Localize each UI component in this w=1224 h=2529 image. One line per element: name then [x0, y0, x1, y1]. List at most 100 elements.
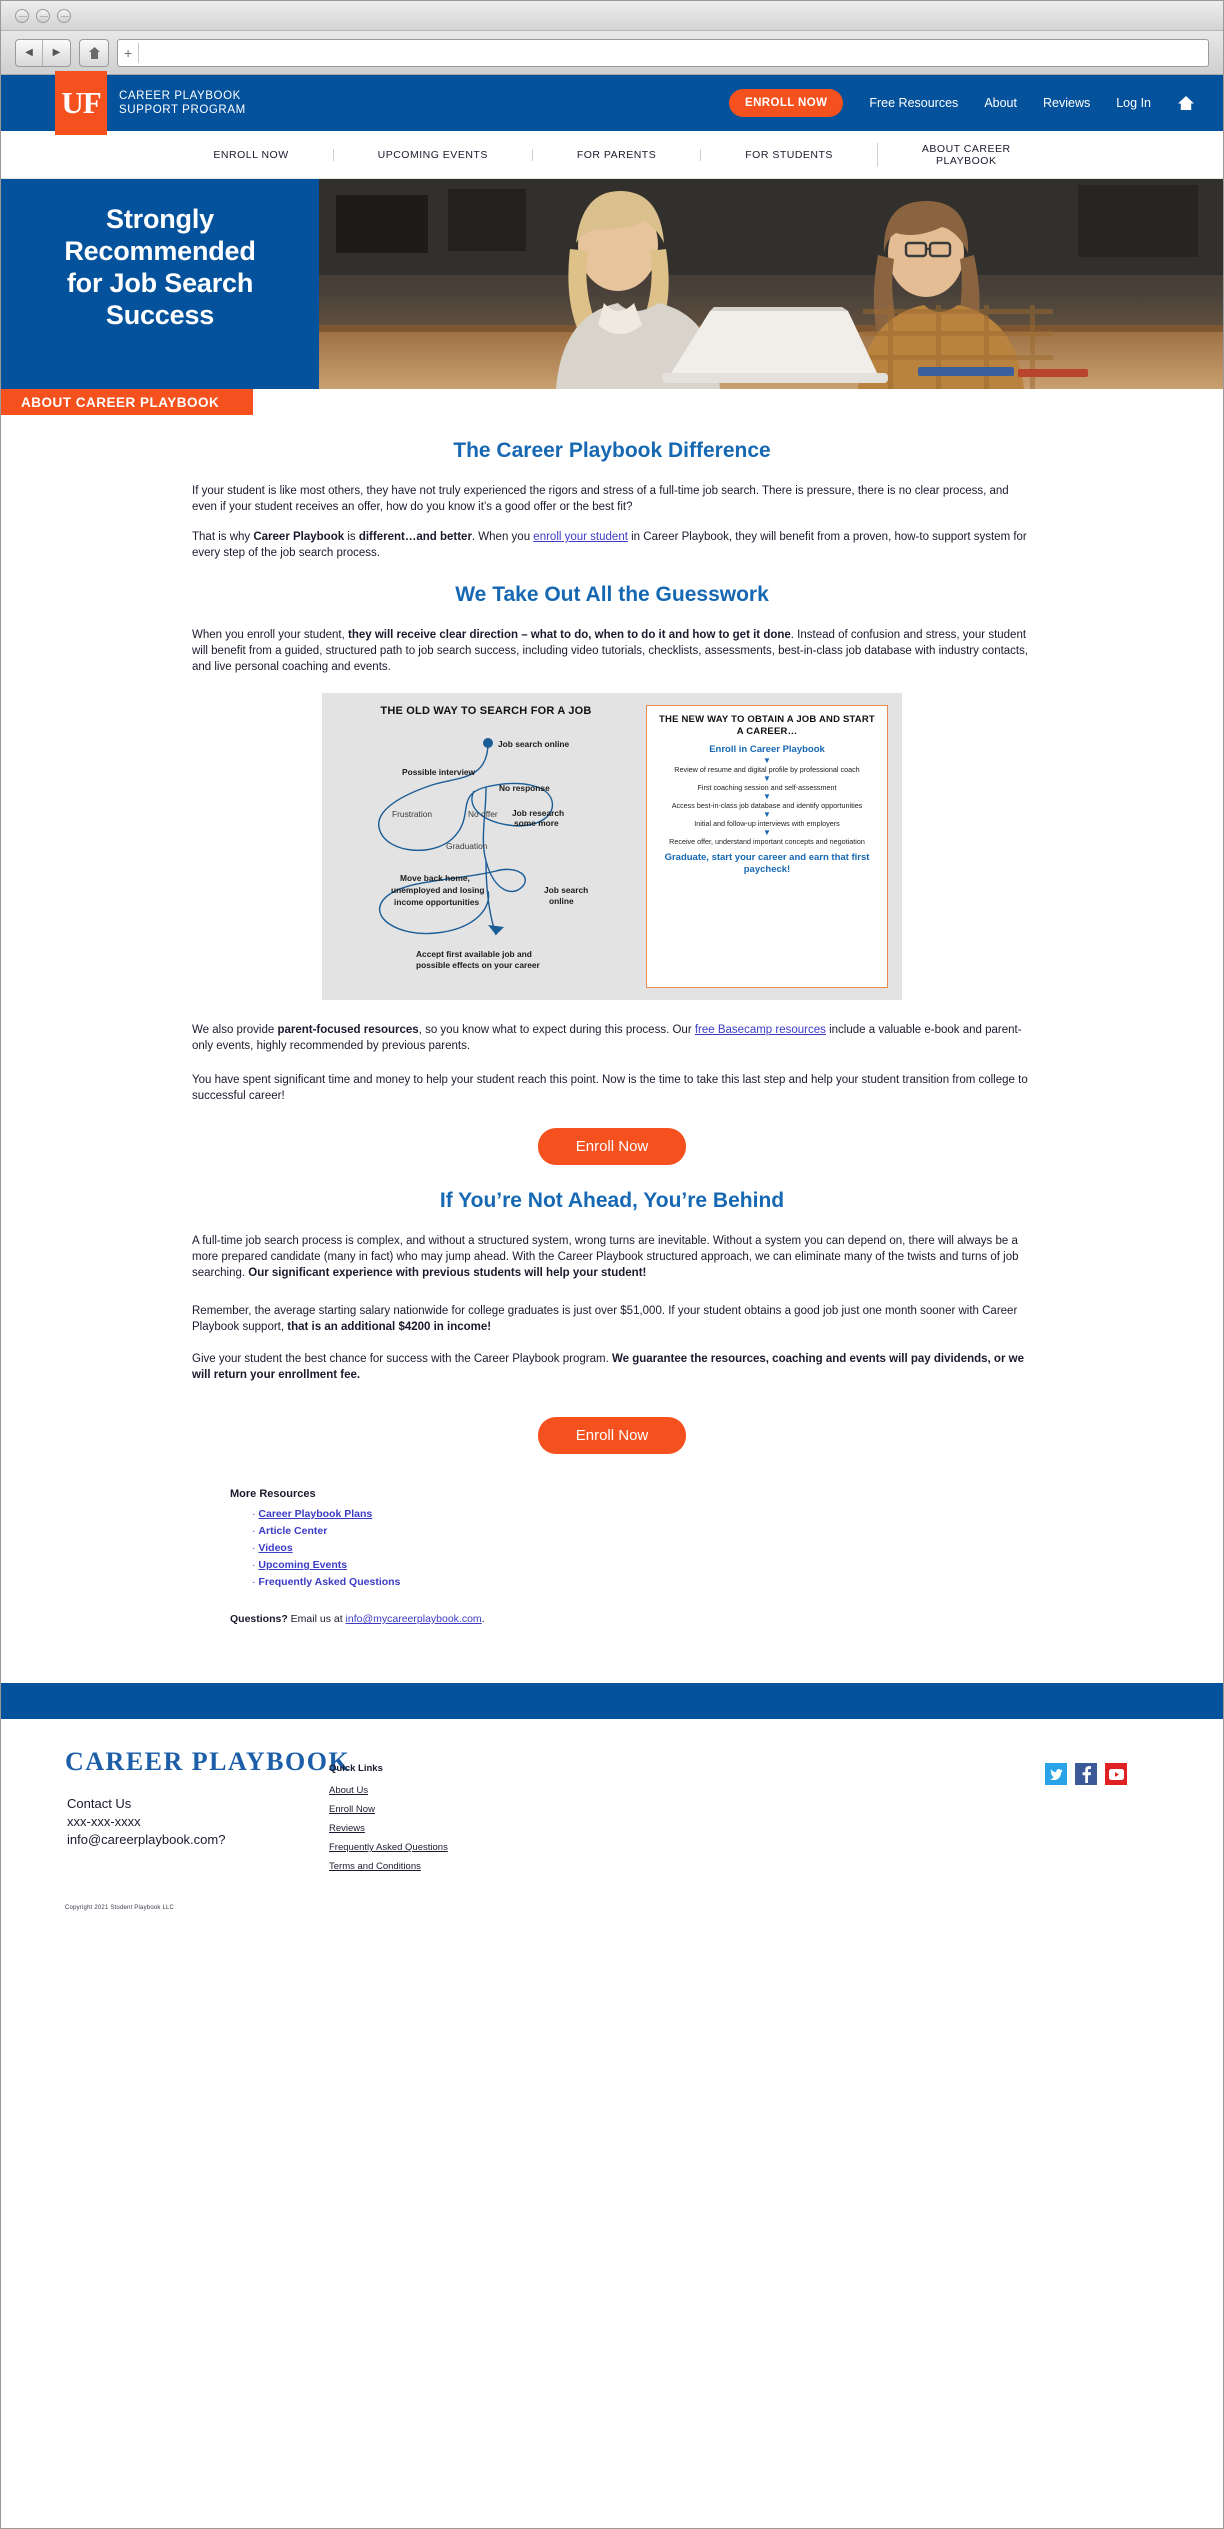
infographic-new-step-2: First coaching session and self-assessme…	[697, 783, 837, 792]
link-free-basecamp-resources[interactable]: free Basecamp resources	[695, 1024, 826, 1036]
section-heading-difference: The Career Playbook Difference	[453, 439, 771, 462]
header-link-log-in[interactable]: Log In	[1116, 96, 1151, 110]
cta-container-2: Enroll Now	[1, 1417, 1223, 1454]
text-bold: Our significant experience with previous…	[248, 1267, 647, 1279]
site-footer: CAREER PLAYBOOK Contact Us xxx-xxx-xxxx …	[1, 1719, 1223, 1941]
paragraph-guarantee: Give your student the best chance for su…	[192, 1351, 1032, 1383]
questions-label: Questions?	[230, 1613, 288, 1625]
window-close-button[interactable]	[15, 8, 29, 23]
youtube-play-icon	[1108, 1768, 1124, 1780]
infographic-new-step-4: Initial and follow-up interviews with em…	[694, 819, 840, 828]
footer-contact-phone[interactable]: xxx-xxx-xxxx	[67, 1813, 225, 1831]
infographic-new-step-5: Receive offer, understand important conc…	[669, 837, 865, 846]
browser-titlebar	[1, 1, 1223, 31]
subnav-item-about-career-playbook[interactable]: ABOUT CAREER PLAYBOOK	[876, 142, 1055, 167]
brand-text: CAREER PLAYBOOK SUPPORT PROGRAM	[119, 89, 246, 117]
text-bold: different…and better	[358, 531, 472, 543]
footer-link-terms[interactable]: Terms and Conditions	[329, 1857, 448, 1876]
home-button[interactable]	[79, 38, 109, 67]
paragraph-difference-1: If your student is like most others, the…	[192, 485, 1009, 513]
link-support-email[interactable]: info@mycareerplaybook.com	[346, 1613, 482, 1625]
page-bottom-padding	[1, 1941, 1223, 1981]
infographic: THE OLD WAY TO SEARCH FOR A JOB Job sear…	[322, 693, 902, 1000]
window-maximize-button[interactable]	[57, 8, 71, 23]
old-label-accept-1: Accept first available job and	[416, 949, 532, 959]
twitter-icon[interactable]	[1045, 1763, 1067, 1785]
brand-line-1: CAREER PLAYBOOK	[119, 90, 241, 102]
subnav-item-for-parents[interactable]: FOR PARENTS	[531, 148, 700, 161]
footer-link-faq[interactable]: Frequently Asked Questions	[329, 1838, 448, 1857]
text-bold: parent-focused resources	[277, 1024, 419, 1036]
enroll-now-button-2[interactable]: Enroll Now	[537, 1417, 687, 1454]
more-resources-item-article-center[interactable]: Article Center	[258, 1525, 327, 1537]
brand-line-2: SUPPORT PROGRAM	[119, 104, 246, 116]
url-input[interactable]	[145, 44, 1202, 61]
header-link-about[interactable]: About	[984, 96, 1017, 110]
subnav-item-enroll-now[interactable]: ENROLL NOW	[169, 149, 332, 161]
facebook-icon[interactable]	[1075, 1763, 1097, 1785]
text-bold: that is an additional $4200 in income!	[287, 1321, 492, 1333]
header-link-reviews[interactable]: Reviews	[1043, 96, 1090, 110]
infographic-new-way-title: THE NEW WAY TO OBTAIN A JOB AND START A …	[659, 714, 875, 737]
more-resources-link-videos[interactable]: Videos	[258, 1542, 292, 1554]
footer-copyright: Copyright 2021 Student Playbook LLC	[65, 1905, 175, 1911]
youtube-icon[interactable]	[1105, 1763, 1127, 1785]
uf-logo[interactable]: UF	[55, 71, 107, 135]
section-heading-guesswork: We Take Out All the Guesswork	[455, 583, 769, 606]
back-icon[interactable]: ◀	[16, 39, 43, 66]
text-fragment: . When you	[471, 531, 534, 543]
more-resources-link-career-playbook-plans[interactable]: Career Playbook Plans	[258, 1508, 372, 1520]
footer-link-about-us[interactable]: About Us	[329, 1781, 448, 1800]
text-bold: Career Playbook	[253, 531, 345, 543]
footer-link-enroll-now[interactable]: Enroll Now	[329, 1800, 448, 1819]
text-fragment: That is why	[192, 531, 254, 543]
list-item: · Upcoming Events	[252, 1559, 348, 1571]
home-icon[interactable]	[1177, 94, 1195, 112]
footer-brand: CAREER PLAYBOOK	[65, 1747, 351, 1776]
site-header: UF CAREER PLAYBOOK SUPPORT PROGRAM ENROL…	[1, 71, 1223, 135]
old-label-move-back-3: income opportunities	[394, 897, 479, 907]
list-item: · Article Center	[252, 1525, 328, 1537]
hero-title-line-3: for Job Search	[66, 268, 254, 298]
list-item: · Videos	[252, 1542, 293, 1554]
subnav-item-for-students[interactable]: FOR STUDENTS	[700, 148, 877, 161]
header-enroll-now-button[interactable]: ENROLL NOW	[729, 89, 844, 117]
hero-title: Strongly Recommended for Job Search Succ…	[64, 203, 256, 331]
text-bold: they will receive clear direction – what…	[347, 629, 791, 641]
link-enroll-your-student[interactable]: enroll your student	[533, 531, 628, 543]
address-bar[interactable]: +	[117, 38, 1209, 67]
text-fragment: We also provide	[192, 1024, 278, 1036]
enroll-now-button-1[interactable]: Enroll Now	[537, 1128, 687, 1165]
more-resources-item-faq[interactable]: Frequently Asked Questions	[258, 1576, 400, 1588]
subnav-item-upcoming-events[interactable]: UPCOMING EVENTS	[332, 148, 532, 161]
hero-photo	[319, 179, 1223, 389]
web-page: UF CAREER PLAYBOOK SUPPORT PROGRAM ENROL…	[1, 71, 1223, 1981]
old-label-possible-interview: Possible interview	[402, 767, 476, 777]
text-fragment: Give your student the best chance for su…	[192, 1353, 612, 1365]
add-tab-icon[interactable]: +	[124, 46, 132, 60]
infographic-new-step-1: Review of resume and digital profile by …	[674, 765, 860, 774]
questions-line: Questions? Email us at info@mycareerplay…	[230, 1613, 1112, 1625]
header-link-free-resources[interactable]: Free Resources	[869, 96, 958, 110]
arrow-down-icon: ▼	[763, 774, 771, 783]
arrow-down-icon: ▼	[763, 810, 771, 819]
infographic-old-way-diagram: Job search online Possible interview No …	[378, 738, 588, 970]
hero-text-panel: Strongly Recommended for Job Search Succ…	[1, 179, 319, 415]
old-label-move-back-1: Move back home,	[400, 873, 470, 883]
hero-title-line-2: Recommended	[64, 236, 256, 266]
footer-contact-title: Contact Us	[67, 1796, 132, 1811]
infographic-old-way-title: THE OLD WAY TO SEARCH FOR A JOB	[380, 705, 592, 717]
footer-contact-email[interactable]: info@careerplaybook.com?	[67, 1831, 225, 1849]
footer-link-reviews[interactable]: Reviews	[329, 1819, 448, 1838]
infographic-new-start: Enroll in Career Playbook	[709, 744, 825, 755]
text-fragment: is	[344, 531, 359, 543]
text-fragment: When you enroll your student,	[192, 629, 348, 641]
old-label-no-offer: No offer	[468, 809, 498, 819]
infographic-new-step-3: Access best-in-class job database and id…	[671, 801, 863, 810]
hero-tag-about-career-playbook: ABOUT CAREER PLAYBOOK	[1, 389, 253, 415]
window-minimize-button[interactable]	[36, 8, 50, 23]
more-resources-link-upcoming-events[interactable]: Upcoming Events	[258, 1559, 347, 1571]
forward-icon[interactable]: ▶	[43, 40, 70, 66]
url-divider	[138, 42, 140, 63]
main-content: The Career Playbook Difference If your s…	[1, 389, 1223, 1625]
